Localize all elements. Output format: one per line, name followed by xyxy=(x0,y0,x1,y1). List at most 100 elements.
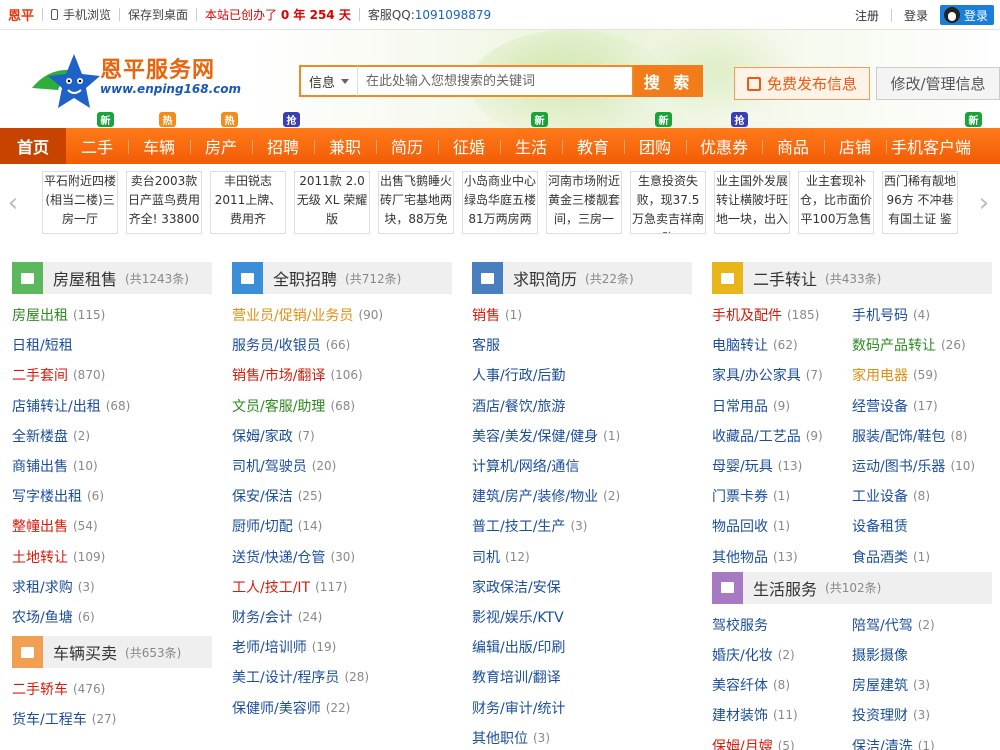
category-link[interactable]: 二手轿车 (476) xyxy=(12,674,212,704)
featured-card[interactable]: 小岛商业中心绿岛华庭五楼81万两房两 xyxy=(462,171,538,234)
section-title[interactable]: 房屋租售 xyxy=(53,266,117,290)
featured-card[interactable]: 卖台2003款日产蓝鸟费用齐全! 33800 xyxy=(126,171,202,234)
qq-login-button[interactable]: 登录 xyxy=(939,5,994,25)
nav-item[interactable]: 兼职 xyxy=(314,128,376,164)
section-title[interactable]: 二手转让 xyxy=(753,266,817,290)
category-link[interactable]: 房屋出租 (115) xyxy=(12,300,212,330)
category-link[interactable]: 服装/配饰/鞋包 (8) xyxy=(852,421,992,451)
category-link[interactable]: 保洁/清洗 (1) xyxy=(852,730,992,750)
featured-card[interactable]: 出售飞鹅睡火砖厂宅基地两块，88万免 xyxy=(378,171,454,234)
category-link[interactable]: 家具/办公家具 (7) xyxy=(712,360,852,390)
category-link[interactable]: 客服 xyxy=(472,330,692,360)
chevron-left-icon[interactable]: ‹ xyxy=(4,188,22,218)
chevron-right-icon[interactable]: › xyxy=(975,188,993,218)
featured-card[interactable]: 河南市场附近黄金三楼靓套间，三房一 xyxy=(546,171,622,234)
nav-item[interactable]: 生活 新 xyxy=(500,112,562,164)
featured-card[interactable]: 2011款 2.0 无级 XL 荣耀版 xyxy=(294,171,370,234)
category-link[interactable]: 手机及配件 (185) xyxy=(712,300,852,330)
category-link[interactable]: 司机 (12) xyxy=(472,542,692,572)
manage-button[interactable]: 修改/管理信息 xyxy=(876,67,1000,100)
category-link[interactable]: 经营设备 (17) xyxy=(852,391,992,421)
category-link[interactable]: 文员/客服/助理 (68) xyxy=(232,391,452,421)
category-link[interactable]: 人事/行政/后勤 xyxy=(472,360,692,390)
category-link[interactable]: 家政保洁/安保 xyxy=(472,572,692,602)
featured-card[interactable]: 平石附近四楼(相当二楼)三房一厅 xyxy=(42,171,118,234)
nav-item[interactable]: 首页 xyxy=(0,128,66,164)
category-link[interactable]: 工人/技工/IT (117) xyxy=(232,572,452,602)
category-link[interactable]: 普工/技工/生产 (3) xyxy=(472,511,692,541)
category-link[interactable]: 老师/培训师 (19) xyxy=(232,632,452,662)
category-link[interactable]: 酒店/餐饮/旅游 xyxy=(472,391,692,421)
register-link[interactable]: 注册 xyxy=(849,7,885,24)
search-category-select[interactable]: 信息 xyxy=(299,65,357,97)
publish-button[interactable]: 免费发布信息 xyxy=(734,67,870,100)
featured-card[interactable]: 生意投资失败，现37.5万急卖吉祥南路 xyxy=(630,171,706,234)
category-link[interactable]: 手机号码 (4) xyxy=(852,300,992,330)
category-link[interactable]: 销售 (1) xyxy=(472,300,692,330)
nav-item[interactable]: 团购 新 xyxy=(624,112,686,164)
mobile-browse-link[interactable]: 手机浏览 xyxy=(51,6,111,23)
nav-item[interactable]: 手机客户端 新 xyxy=(886,112,982,164)
nav-item[interactable]: 教育 xyxy=(562,128,624,164)
qq-support[interactable]: 客服QQ: 1091098879 xyxy=(368,6,491,23)
category-link[interactable]: 美容/美发/保健/健身 (1) xyxy=(472,421,692,451)
category-link[interactable]: 婚庆/化妆 (2) xyxy=(712,640,852,670)
category-link[interactable]: 保安/保洁 (25) xyxy=(232,481,452,511)
category-link[interactable]: 设备租赁 xyxy=(852,511,992,541)
category-link[interactable]: 工业设备 (8) xyxy=(852,481,992,511)
category-link[interactable]: 驾校服务 xyxy=(712,610,852,640)
section-title[interactable]: 全职招聘 xyxy=(273,266,337,290)
category-link[interactable]: 写字楼出租 (6) xyxy=(12,481,212,511)
nav-item[interactable]: 房产 热 xyxy=(190,112,252,164)
category-link[interactable]: 财务/会计 (24) xyxy=(232,602,452,632)
category-link[interactable]: 数码产品转让 (26) xyxy=(852,330,992,360)
category-link[interactable]: 保姆/家政 (7) xyxy=(232,421,452,451)
category-link[interactable]: 全新楼盘 (2) xyxy=(12,421,212,451)
category-link[interactable]: 日常用品 (9) xyxy=(712,391,852,421)
category-link[interactable]: 家用电器 (59) xyxy=(852,360,992,390)
category-link[interactable]: 美工/设计/程序员 (28) xyxy=(232,662,452,692)
category-link[interactable]: 土地转让 (109) xyxy=(12,542,212,572)
category-link[interactable]: 货车/工程车 (27) xyxy=(12,704,212,734)
nav-item[interactable]: 招聘 抢 xyxy=(252,112,314,164)
category-link[interactable]: 二手套间 (870) xyxy=(12,360,212,390)
category-link[interactable]: 营业员/促销/业务员 (90) xyxy=(232,300,452,330)
save-desktop-link[interactable]: 保存到桌面 xyxy=(128,6,188,23)
category-link[interactable]: 食品酒类 (1) xyxy=(852,542,992,572)
category-link[interactable]: 司机/驾驶员 (20) xyxy=(232,451,452,481)
category-link[interactable]: 其他物品 (13) xyxy=(712,542,852,572)
category-link[interactable]: 财务/审计/统计 xyxy=(472,692,692,722)
category-link[interactable]: 店铺转让/出租 (68) xyxy=(12,391,212,421)
category-link[interactable]: 电脑转让 (62) xyxy=(712,330,852,360)
category-link[interactable]: 美容纤体 (8) xyxy=(712,670,852,700)
category-link[interactable]: 商铺出售 (10) xyxy=(12,451,212,481)
category-link[interactable]: 厨师/切配 (14) xyxy=(232,511,452,541)
search-input[interactable] xyxy=(357,65,634,97)
nav-item[interactable]: 店铺 xyxy=(824,128,886,164)
nav-item[interactable]: 车辆 热 xyxy=(128,112,190,164)
category-link[interactable]: 建材装饰 (11) xyxy=(712,700,852,730)
category-link[interactable]: 建筑/房产/装修/物业 (2) xyxy=(472,481,692,511)
nav-item[interactable]: 简历 xyxy=(376,128,438,164)
category-link[interactable]: 投资理财 (3) xyxy=(852,700,992,730)
category-link[interactable]: 收藏品/工艺品 (9) xyxy=(712,421,852,451)
nav-item[interactable]: 征婚 xyxy=(438,128,500,164)
category-link[interactable]: 整幢出售 (54) xyxy=(12,511,212,541)
nav-item[interactable]: 二手 新 xyxy=(66,112,128,164)
category-link[interactable]: 母婴/玩具 (13) xyxy=(712,451,852,481)
category-link[interactable]: 门票卡券 (1) xyxy=(712,481,852,511)
category-link[interactable]: 运动/图书/乐器 (10) xyxy=(852,451,992,481)
category-link[interactable]: 服务员/收银员 (66) xyxy=(232,330,452,360)
featured-card[interactable]: 业主套现补仓，比市面价平100万急售 xyxy=(798,171,874,234)
featured-card[interactable]: 业主国外发展转让横陂圩旺地一块，出入 xyxy=(714,171,790,234)
category-link[interactable]: 销售/市场/翻译 (106) xyxy=(232,360,452,390)
category-link[interactable]: 农场/鱼塘 (6) xyxy=(12,602,212,632)
nav-item[interactable]: 商品 xyxy=(762,128,824,164)
search-button[interactable]: 搜 索 xyxy=(634,65,703,97)
featured-card[interactable]: 西门稀有靓地96方 不冲巷有国土证 鉴 xyxy=(882,171,958,234)
category-link[interactable]: 物品回收 (1) xyxy=(712,511,852,541)
category-link[interactable]: 计算机/网络/通信 xyxy=(472,451,692,481)
category-link[interactable]: 房屋建筑 (3) xyxy=(852,670,992,700)
category-link[interactable]: 编辑/出版/印刷 xyxy=(472,632,692,662)
section-title[interactable]: 生活服务 xyxy=(753,576,817,600)
